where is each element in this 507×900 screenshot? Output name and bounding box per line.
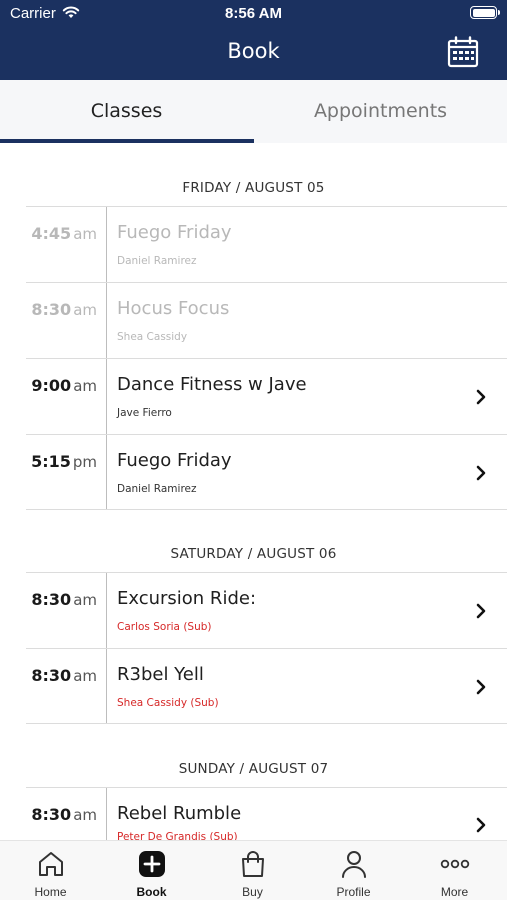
class-row[interactable]: 8:30 am Excursion Ride: Carlos Soria (Sub…: [26, 572, 507, 648]
tabbar-label: Profile: [336, 885, 371, 899]
class-ampm: pm: [72, 453, 97, 471]
chevron-right-icon: [476, 817, 486, 833]
class-ampm: am: [73, 591, 97, 609]
class-row[interactable]: 8:30 am Rebel Rumble Peter De Grandis (Su…: [26, 787, 507, 840]
class-row[interactable]: 9:00 am Dance Fitness w Jave Jave Fierro: [26, 358, 507, 434]
shopping-bag-icon: [242, 851, 264, 877]
class-row[interactable]: 8:30 am R3bel Yell Shea Cassidy (Sub): [26, 648, 507, 724]
day-header: SUNDAY / AUGUST 07: [178, 761, 329, 777]
app-header: Carrier 8:56 AM Book: [0, 0, 507, 80]
class-name: Dance Fitness w Jave: [117, 374, 307, 395]
class-name: Fuego Friday: [117, 450, 232, 471]
plus-square-icon: [139, 851, 165, 877]
day-header: FRIDAY / AUGUST 05: [182, 180, 325, 196]
class-name: Fuego Friday: [117, 222, 232, 243]
class-instructor: Carlos Soria (Sub): [117, 621, 212, 633]
chevron-right-icon: [476, 679, 486, 695]
day-header: SATURDAY / AUGUST 06: [170, 546, 337, 562]
class-row[interactable]: 8:30 am Hocus Focus Shea Cassidy: [26, 282, 507, 358]
class-instructor: Jave Fierro: [117, 407, 172, 419]
class-time: 8:30: [31, 300, 72, 319]
class-instructor: Shea Cassidy (Sub): [117, 697, 219, 709]
tabbar-buy[interactable]: Buy: [202, 841, 303, 900]
class-ampm: am: [73, 225, 97, 243]
class-name: R3bel Yell: [117, 664, 204, 685]
class-instructor: Shea Cassidy: [117, 331, 188, 343]
tab-appointments[interactable]: Appointments: [254, 80, 507, 143]
tabbar-more[interactable]: More: [404, 841, 505, 900]
class-name: Excursion Ride:: [117, 588, 257, 609]
calendar-icon[interactable]: [447, 36, 479, 68]
class-row[interactable]: 5:15 pm Fuego Friday Daniel Ramirez: [26, 434, 507, 510]
tabbar-label: Buy: [242, 885, 263, 899]
class-instructor: Daniel Ramirez: [117, 255, 197, 267]
class-time: 5:15: [31, 452, 71, 471]
class-name: Rebel Rumble: [117, 803, 242, 824]
class-time: 8:30: [31, 590, 72, 609]
class-ampm: am: [73, 667, 97, 685]
ellipsis-icon: [440, 859, 470, 869]
battery-icon: [470, 6, 500, 19]
class-instructor: Daniel Ramirez: [117, 483, 197, 495]
tabbar-home[interactable]: Home: [0, 841, 101, 900]
segment-tabs: Classes Appointments: [0, 80, 507, 143]
tabbar-label: Home: [34, 885, 67, 899]
tabbar-label: Book: [136, 885, 167, 899]
person-icon: [342, 851, 366, 878]
home-icon: [39, 852, 63, 876]
tabbar-label: More: [440, 885, 469, 899]
class-name: Hocus Focus: [117, 298, 230, 319]
class-ampm: am: [73, 806, 97, 824]
status-bar: Carrier 8:56 AM: [0, 0, 507, 28]
tabbar-profile[interactable]: Profile: [303, 841, 404, 900]
class-time: 8:30: [31, 666, 72, 685]
chevron-right-icon: [476, 389, 486, 405]
tabbar-book[interactable]: Book: [101, 841, 202, 900]
class-time: 4:45: [31, 224, 72, 243]
class-ampm: am: [73, 301, 97, 319]
tab-classes[interactable]: Classes: [0, 80, 253, 143]
page-title: Book: [227, 39, 280, 63]
chevron-right-icon: [476, 465, 486, 481]
chevron-right-icon: [476, 603, 486, 619]
bottom-tab-bar: Home Book Buy Profile More: [0, 840, 507, 900]
class-ampm: am: [73, 377, 97, 395]
class-row[interactable]: 4:45 am Fuego Friday Daniel Ramirez: [26, 206, 507, 282]
class-list[interactable]: FRIDAY / AUGUST 05 4:45 am Fuego Friday D…: [0, 143, 507, 840]
class-instructor: Peter De Grandis (Sub): [117, 831, 238, 840]
status-time: 8:56 AM: [225, 5, 282, 22]
class-time: 8:30: [31, 805, 72, 824]
class-time: 9:00: [31, 376, 72, 395]
